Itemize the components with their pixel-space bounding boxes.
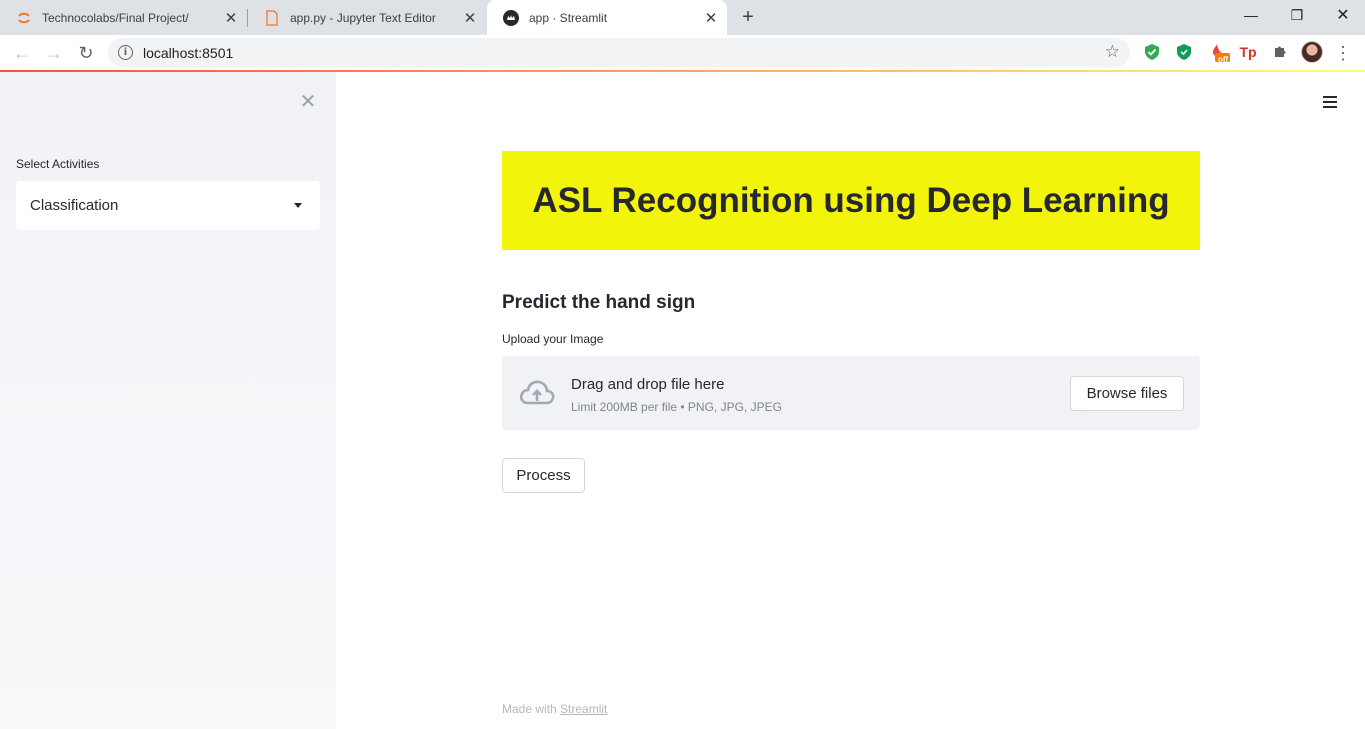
dropzone-title: Drag and drop file here xyxy=(571,376,725,393)
browse-files-button[interactable]: Browse files xyxy=(1070,376,1184,411)
streamlit-icon xyxy=(503,9,519,26)
jupyter-icon xyxy=(16,10,32,26)
site-info-icon[interactable]: i xyxy=(118,45,133,60)
process-button[interactable]: Process xyxy=(502,458,585,493)
address-bar[interactable]: i localhost:8501 ☆ xyxy=(108,38,1130,67)
reload-icon[interactable]: ↻ xyxy=(73,40,99,66)
new-tab-button[interactable]: + xyxy=(737,6,759,28)
shield-icon[interactable] xyxy=(1175,43,1193,61)
minimize-icon[interactable]: — xyxy=(1228,0,1274,30)
window-close-icon[interactable]: ✕ xyxy=(1320,0,1365,30)
upload-label: Upload your Image xyxy=(502,332,604,346)
dropzone-limit: Limit 200MB per file • PNG, JPG, JPEG xyxy=(571,400,782,414)
select-value: Classification xyxy=(30,197,119,214)
title-banner: ASL Recognition using Deep Learning xyxy=(502,151,1200,250)
forward-arrow-icon[interactable]: → xyxy=(41,40,67,66)
fire-extension-icon[interactable]: off xyxy=(1208,43,1230,64)
cloud-upload-icon xyxy=(518,378,556,408)
puzzle-icon[interactable] xyxy=(1271,43,1289,61)
tp-extension-label: Tp xyxy=(1239,44,1257,60)
sidebar-close-icon[interactable]: ✕ xyxy=(298,91,318,113)
browser-menu-icon[interactable]: ⋮ xyxy=(1334,42,1352,64)
bookmark-star-icon[interactable]: ☆ xyxy=(1105,42,1120,62)
tab-title: Technocolabs/Final Project/ xyxy=(42,10,189,25)
back-arrow-icon[interactable]: ← xyxy=(9,40,35,66)
predict-subheader: Predict the hand sign xyxy=(502,292,696,313)
footer-prefix: Made with xyxy=(502,702,561,716)
tab-streamlit-app[interactable]: app · Streamlit ✕ xyxy=(487,0,727,35)
tab-title: app · Streamlit xyxy=(529,10,608,25)
tab-title: app.py - Jupyter Text Editor xyxy=(290,10,436,25)
tab-close-icon[interactable]: ✕ xyxy=(460,8,480,28)
tp-extension-icon[interactable]: Tp xyxy=(1239,43,1257,61)
tab-close-icon[interactable]: ✕ xyxy=(221,8,241,28)
profile-avatar[interactable] xyxy=(1301,41,1323,63)
tab-technocolabs[interactable]: Technocolabs/Final Project/ ✕ xyxy=(0,0,247,35)
tab-jupyter-editor[interactable]: app.py - Jupyter Text Editor ✕ xyxy=(248,0,486,35)
file-icon xyxy=(264,9,280,26)
tab-close-icon[interactable]: ✕ xyxy=(701,8,721,28)
footer: Made with Streamlit xyxy=(502,702,607,716)
browser-tabstrip: Technocolabs/Final Project/ ✕ app.py - J… xyxy=(0,0,1365,35)
shield-check-icon[interactable] xyxy=(1143,43,1161,61)
page-title: ASL Recognition using Deep Learning xyxy=(532,180,1170,220)
extension-badge: off xyxy=(1218,55,1229,64)
caret-down-icon xyxy=(294,203,302,208)
restore-icon[interactable]: ❐ xyxy=(1274,0,1320,30)
activities-select[interactable]: Classification xyxy=(16,181,320,230)
select-activities-label: Select Activities xyxy=(16,157,100,171)
url-text: localhost:8501 xyxy=(143,45,234,61)
sidebar: ✕ Select Activities Classification xyxy=(0,72,336,729)
file-dropzone[interactable]: Drag and drop file here Limit 200MB per … xyxy=(502,356,1200,430)
streamlit-link[interactable]: Streamlit xyxy=(560,702,607,716)
browser-toolbar: ← → ↻ i localhost:8501 ☆ off Tp ⋮ xyxy=(0,35,1365,70)
hamburger-menu-icon[interactable] xyxy=(1320,92,1340,112)
